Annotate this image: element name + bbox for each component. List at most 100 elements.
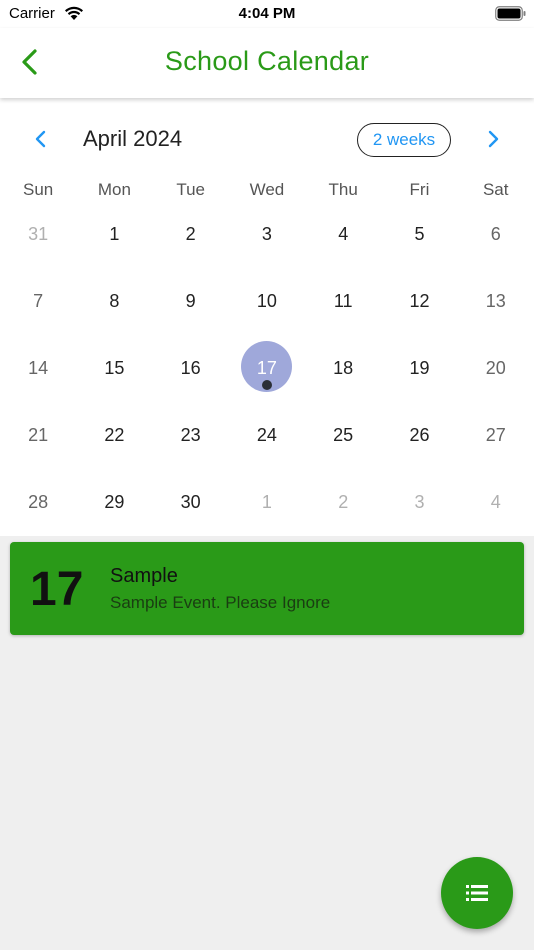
day-number: 12 [409, 291, 430, 311]
day-number: 25 [333, 425, 354, 445]
status-bar: Carrier 4:04 PM [0, 0, 534, 28]
next-month-button[interactable] [480, 126, 506, 152]
battery-icon [495, 6, 526, 21]
day-number: 15 [104, 358, 125, 378]
day-cell[interactable]: 7 [0, 275, 76, 342]
day-cell[interactable]: 20 [458, 342, 534, 409]
day-number: 31 [28, 224, 49, 244]
chevron-right-icon [488, 130, 499, 148]
day-cell[interactable]: 24 [229, 409, 305, 476]
day-cell[interactable]: 12 [381, 275, 457, 342]
day-cell[interactable]: 6 [458, 208, 534, 275]
week-row: 7 8 9 10 11 12 13 [0, 275, 534, 342]
week-row: 28 29 30 1 2 3 4 [0, 476, 534, 543]
weekday-header: Sun Mon Tue Wed Thu Fri Sat [0, 180, 534, 204]
month-label: April 2024 [83, 126, 183, 151]
day-number: 30 [180, 492, 201, 512]
day-cell[interactable]: 28 [0, 476, 76, 543]
previous-month-button[interactable] [28, 126, 54, 152]
day-cell[interactable]: 2 [305, 476, 381, 543]
weekday-label: Mon [97, 180, 131, 199]
day-number: 16 [180, 358, 201, 378]
day-cell[interactable]: 1 [76, 208, 152, 275]
day-cell[interactable]: 11 [305, 275, 381, 342]
day-cell[interactable]: 22 [76, 409, 152, 476]
day-number: 22 [104, 425, 125, 445]
day-number: 29 [104, 492, 125, 512]
day-number: 1 [109, 224, 120, 244]
day-cell[interactable]: 4 [305, 208, 381, 275]
day-number: 10 [256, 291, 277, 311]
day-cell[interactable]: 3 [229, 208, 305, 275]
day-number: 7 [33, 291, 44, 311]
day-cell[interactable]: 8 [76, 275, 152, 342]
day-cell[interactable]: 21 [0, 409, 76, 476]
weekday-label: Sat [482, 180, 509, 199]
day-cell[interactable]: 15 [76, 342, 152, 409]
weekday-label: Wed [249, 180, 285, 199]
day-cell[interactable]: 9 [153, 275, 229, 342]
weekday-label: Fri [409, 180, 430, 199]
week-row: 21 22 23 24 25 26 27 [0, 409, 534, 476]
day-cell[interactable]: 2 [153, 208, 229, 275]
weekday-label: Thu [328, 180, 358, 199]
weekday-label: Tue [176, 180, 205, 199]
week-row: 14 15 16 17 18 19 20 [0, 341, 534, 409]
list-icon [466, 885, 488, 901]
page-title: School Calendar [164, 46, 370, 76]
day-cell[interactable]: 19 [381, 342, 457, 409]
format-toggle-button[interactable]: 2 weeks [357, 123, 451, 157]
day-number: 17 [256, 358, 277, 378]
calendar: April 2024 2 weeks Sun Mon Tue Wed Thu F… [0, 98, 534, 536]
day-cell[interactable]: 16 [153, 342, 229, 409]
page: Carrier 4:04 PM School Calendar April 20 [0, 0, 534, 950]
day-number: 19 [409, 358, 430, 378]
day-number: 11 [333, 291, 353, 311]
status-time: 4:04 PM [238, 5, 296, 22]
event-description: Sample Event. Please Ignore [110, 593, 331, 612]
list-view-button[interactable] [441, 857, 513, 929]
day-cell[interactable]: 13 [458, 275, 534, 342]
chevron-left-icon [35, 130, 46, 148]
day-cell[interactable]: 3 [381, 476, 457, 543]
day-cell[interactable]: 5 [381, 208, 457, 275]
day-cell[interactable]: 26 [381, 409, 457, 476]
event-title: Sample [110, 565, 178, 587]
day-number: 9 [185, 291, 196, 311]
app-header: School Calendar [0, 28, 534, 98]
day-number: 2 [338, 492, 349, 512]
day-cell-selected[interactable]: 17 [229, 341, 305, 409]
day-number: 2 [185, 224, 196, 244]
day-number: 14 [28, 358, 49, 378]
day-number: 20 [485, 358, 506, 378]
calendar-grid: 31 1 2 3 4 5 6 7 8 9 10 11 12 13 14 15 1… [0, 208, 534, 543]
day-cell[interactable]: 27 [458, 409, 534, 476]
day-number: 4 [490, 492, 501, 512]
day-number: 8 [109, 291, 120, 311]
week-row: 31 1 2 3 4 5 6 [0, 208, 534, 275]
day-cell[interactable]: 30 [153, 476, 229, 543]
day-number: 26 [409, 425, 430, 445]
day-cell[interactable]: 14 [0, 342, 76, 409]
day-number: 3 [414, 492, 425, 512]
day-cell[interactable]: 31 [0, 208, 76, 275]
day-number: 24 [256, 425, 277, 445]
day-number: 5 [414, 224, 425, 244]
day-cell[interactable]: 10 [229, 275, 305, 342]
day-cell[interactable]: 18 [305, 342, 381, 409]
day-number: 13 [485, 291, 506, 311]
weekday-label: Sun [23, 180, 54, 199]
day-number: 27 [485, 425, 506, 445]
day-number: 23 [180, 425, 201, 445]
day-number: 3 [261, 224, 272, 244]
day-cell[interactable]: 29 [76, 476, 152, 543]
day-number: 4 [338, 224, 349, 244]
day-cell[interactable]: 1 [229, 476, 305, 543]
day-number: 6 [490, 224, 501, 244]
day-cell[interactable]: 25 [305, 409, 381, 476]
day-number: 1 [261, 492, 272, 512]
day-cell[interactable]: 4 [458, 476, 534, 543]
day-number: 28 [28, 492, 49, 512]
event-card[interactable]: 17 Sample Sample Event. Please Ignore [10, 542, 524, 635]
day-cell[interactable]: 23 [153, 409, 229, 476]
